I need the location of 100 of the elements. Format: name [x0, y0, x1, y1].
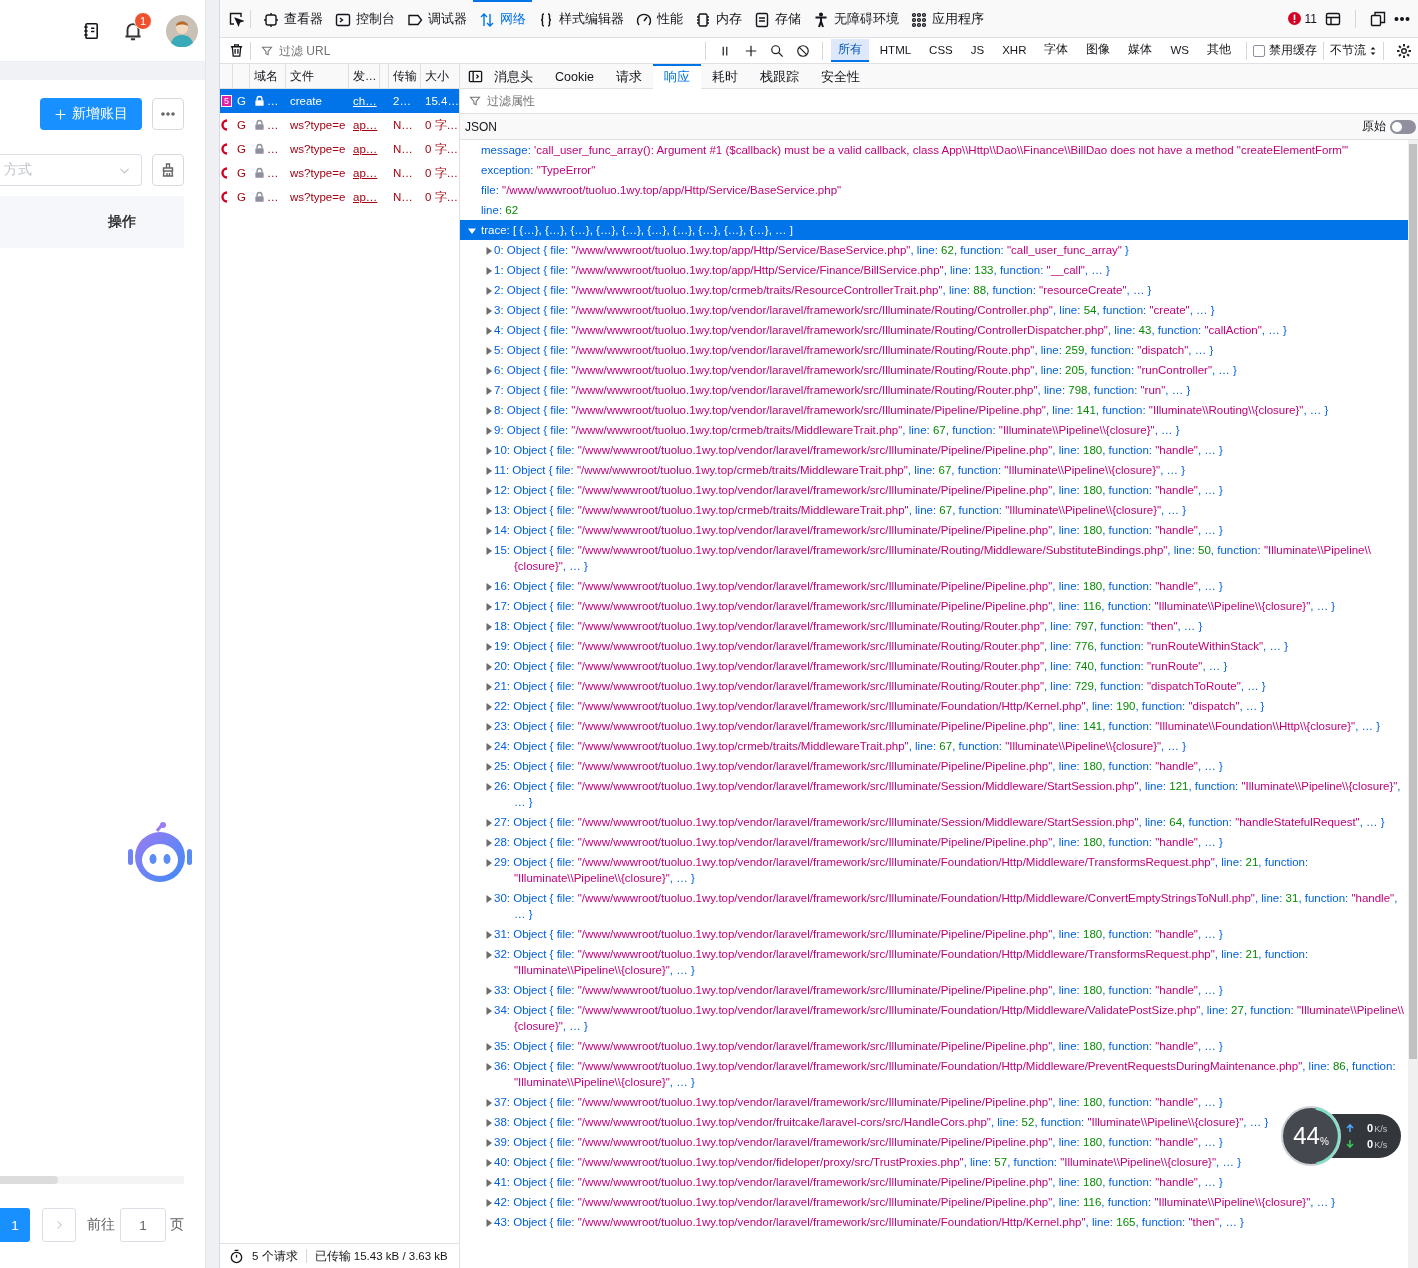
type-filter[interactable]: WS — [1163, 40, 1196, 61]
json-property[interactable]: 13: Object { file: "/www/wwwroot/tuoluo.1wy.top/crmeb/traits/MiddlewareTrait.php", line: 67, function: "Illuminate\\Pipeline\\{closure}", … } — [494, 502, 1186, 518]
expand-toggle-icon[interactable] — [485, 1007, 493, 1015]
dock-side-icon[interactable] — [1370, 10, 1386, 27]
json-property[interactable]: 0: Object { file: "/www/wwwroot/tuoluo.1wy.top/app/Http/Service/BaseService.php", line: 62, function: "call_user_func_array" } — [494, 242, 1129, 258]
column-header[interactable]: 传输 — [389, 64, 421, 88]
devtools-tab[interactable]: 性能 — [630, 0, 689, 38]
block-icon[interactable] — [795, 43, 810, 58]
type-filter[interactable]: 图像 — [1079, 39, 1118, 62]
json-property[interactable]: 32: Object { file: "/www/wwwroot/tuoluo.1wy.top/vendor/laravel/framework/src/Illuminate/Foundation/Http/Middleware/TransformsRequest.php", line: 21, function: "Illuminate\\Pipeline\\{closure}", … } — [494, 946, 1404, 978]
json-property[interactable]: 34: Object { file: "/www/wwwroot/tuoluo.1wy.top/vendor/laravel/framework/src/Illuminate/Foundation/Http/Middleware/ValidatePostSize.php", line: 27, function: "Illuminate\\Pipeline\\{closure}", … } — [494, 1002, 1404, 1034]
json-property[interactable]: 31: Object { file: "/www/wwwroot/tuoluo.1wy.top/vendor/laravel/framework/src/Illuminate/Pipeline/Pipeline.php", line: 180, function: "handle", … } — [494, 926, 1223, 942]
type-filter[interactable]: JS — [963, 40, 992, 61]
expand-toggle-icon[interactable] — [485, 287, 493, 295]
stopwatch-icon[interactable] — [229, 1248, 244, 1264]
json-property[interactable]: 5: Object { file: "/www/wwwroot/tuoluo.1wy.top/vendor/laravel/framework/src/Illuminate/Routing/Route.php", line: 259, function: "dispatch", … } — [494, 342, 1214, 358]
expand-toggle-icon[interactable] — [485, 987, 493, 995]
json-property[interactable]: 38: Object { file: "/www/wwwroot/tuoluo.1wy.top/vendor/fruitcake/laravel-cors/src/HandleCors.php", line: 52, function: "Illuminate\\Pipeline\\{closure}", … } — [494, 1114, 1269, 1130]
detail-tab[interactable]: Cookie — [544, 63, 605, 89]
expand-toggle-icon[interactable] — [485, 267, 493, 275]
detail-tab[interactable]: 栈跟踪 — [748, 63, 810, 89]
json-property[interactable]: 10: Object { file: "/www/wwwroot/tuoluo.1wy.top/vendor/laravel/framework/src/Illuminate/Pipeline/Pipeline.php", line: 180, function: "handle", … } — [494, 442, 1223, 458]
expand-toggle-icon[interactable] — [485, 931, 493, 939]
json-property[interactable]: 39: Object { file: "/www/wwwroot/tuoluo.1wy.top/vendor/laravel/framework/src/Illuminate/Pipeline/Pipeline.php", line: 180, function: "handle", … } — [494, 1134, 1223, 1150]
expand-toggle-icon[interactable] — [485, 1063, 493, 1071]
expand-toggle-icon[interactable] — [485, 603, 493, 611]
json-property[interactable]: 8: Object { file: "/www/wwwroot/tuoluo.1wy.top/vendor/laravel/framework/src/Illuminate/Pipeline/Pipeline.php", line: 141, function: "Illuminate\\Routing\\{closure}", … } — [494, 402, 1329, 418]
throttling-select[interactable]: 不节流 — [1330, 42, 1377, 59]
initiator-link[interactable]: ap… — [349, 167, 380, 179]
horizontal-scrollbar[interactable] — [0, 1176, 184, 1184]
devtools-tab[interactable]: 存储 — [748, 0, 807, 38]
devtools-tab[interactable]: 查看器 — [257, 0, 329, 38]
settings-icon[interactable] — [1396, 42, 1412, 59]
devtools-tab[interactable]: 内存 — [689, 0, 748, 38]
expand-toggle-icon[interactable] — [485, 367, 493, 375]
expand-toggle-icon[interactable] — [485, 1099, 493, 1107]
json-property[interactable]: 35: Object { file: "/www/wwwroot/tuoluo.1wy.top/vendor/laravel/framework/src/Illuminate/Pipeline/Pipeline.php", line: 180, function: "handle", … } — [494, 1038, 1223, 1054]
type-filter[interactable]: XHR — [995, 40, 1034, 61]
json-property[interactable]: 43: Object { file: "/www/wwwroot/tuoluo.1wy.top/vendor/laravel/framework/src/Illuminate/Foundation/Http/Kernel.php", line: 165, function: "then", … } — [494, 1214, 1244, 1230]
detail-tab[interactable]: 耗时 — [700, 63, 749, 89]
expand-toggle-icon[interactable] — [485, 1139, 493, 1147]
detail-tab[interactable]: 响应 — [652, 63, 701, 89]
expand-toggle-icon[interactable] — [468, 227, 476, 235]
expand-toggle-icon[interactable] — [485, 527, 493, 535]
type-filter[interactable]: 字体 — [1037, 39, 1076, 62]
devtools-tab[interactable]: 网络 — [473, 0, 532, 38]
notebook-icon[interactable] — [82, 21, 100, 40]
expand-toggle-icon[interactable] — [485, 307, 493, 315]
clear-button[interactable] — [152, 154, 184, 186]
expand-toggle-icon[interactable] — [485, 247, 493, 255]
json-property[interactable]: 36: Object { file: "/www/wwwroot/tuoluo.1wy.top/vendor/laravel/framework/src/Illuminate/Foundation/Http/Middleware/PreventRequestsDuringMaintenance.php", line: 86, function: "Illuminate\\Pipeline\\{closure}", … } — [494, 1058, 1404, 1090]
expand-toggle-icon[interactable] — [485, 1219, 493, 1227]
json-property[interactable]: 40: Object { file: "/www/wwwroot/tuoluo.1wy.top/vendor/fideloper/proxy/src/TrustProxies.php", line: 57, function: "Illuminate\\Pipeline\\{closure}", … } — [494, 1154, 1241, 1170]
column-header[interactable]: 文件 — [286, 64, 349, 88]
expand-toggle-icon[interactable] — [485, 819, 493, 827]
expand-toggle-icon[interactable] — [485, 1043, 493, 1051]
expand-toggle-icon[interactable] — [485, 663, 493, 671]
json-property[interactable]: 1: Object { file: "/www/wwwroot/tuoluo.1wy.top/app/Http/Service/Finance/BillService.php", line: 133, function: "__call", … } — [494, 262, 1110, 278]
json-property[interactable]: 4: Object { file: "/www/wwwroot/tuoluo.1wy.top/vendor/laravel/framework/src/Illuminate/Routing/ControllerDispatcher.php", line: 43, function: "callAction", … } — [494, 322, 1287, 338]
json-property[interactable]: 9: Object { file: "/www/wwwroot/tuoluo.1wy.top/crmeb/traits/MiddlewareTrait.php", line: 67, function: "Illuminate\\Pipeline\\{closure}", … } — [494, 422, 1180, 438]
json-property[interactable]: 11: Object { file: "/www/wwwroot/tuoluo.1wy.top/crmeb/traits/MiddlewareTrait.php", line: 67, function: "Illuminate\\Pipeline\\{closure}", … } — [494, 462, 1186, 478]
expand-toggle-icon[interactable] — [485, 895, 493, 903]
page-input[interactable]: 1 — [120, 1208, 166, 1242]
expand-toggle-icon[interactable] — [485, 623, 493, 631]
devtools-tab[interactable]: 控制台 — [329, 0, 401, 38]
json-property[interactable]: 26: Object { file: "/www/wwwroot/tuoluo.1wy.top/vendor/laravel/framework/src/Illuminate/Session/Middleware/StartSession.php", line: 121, function: "Illuminate\\Pipeline\\{closure}", … } — [494, 778, 1404, 810]
page-scrollbar[interactable] — [206, 0, 220, 1268]
initiator-link[interactable]: ap… — [349, 191, 380, 203]
json-property[interactable]: 22: Object { file: "/www/wwwroot/tuoluo.1wy.top/vendor/laravel/framework/src/Illuminate/Foundation/Http/Kernel.php", line: 190, function: "dispatch", … } — [494, 698, 1265, 714]
type-filter[interactable]: HTML — [872, 40, 919, 61]
expand-toggle-icon[interactable] — [485, 783, 493, 791]
detail-tab[interactable]: 消息头 — [483, 63, 544, 89]
initiator-link[interactable]: ap… — [349, 119, 380, 131]
json-property[interactable]: 17: Object { file: "/www/wwwroot/tuoluo.1wy.top/vendor/laravel/framework/src/Illuminate/Pipeline/Pipeline.php", line: 116, function: "Illuminate\\Pipeline\\{closure}", … } — [494, 598, 1336, 614]
devtools-tab[interactable]: 应用程序 — [905, 0, 990, 38]
expand-toggle-icon[interactable] — [485, 1119, 493, 1127]
expand-toggle-icon[interactable] — [485, 407, 493, 415]
split-layout-icon[interactable] — [1325, 10, 1341, 27]
type-filter[interactable]: 其他 — [1200, 39, 1238, 62]
more-button[interactable] — [152, 98, 184, 130]
type-filter[interactable]: 媒体 — [1121, 39, 1160, 62]
expand-toggle-icon[interactable] — [485, 1199, 493, 1207]
expand-toggle-icon[interactable] — [485, 723, 493, 731]
expand-toggle-icon[interactable] — [485, 859, 493, 867]
json-property[interactable]: exception: "TypeError" — [481, 162, 596, 178]
expand-toggle-icon[interactable] — [485, 327, 493, 335]
json-property[interactable]: 2: Object { file: "/www/wwwroot/tuoluo.1wy.top/crmeb/traits/ResourceControllerTrait.php", line: 88, function: "resourceCreate", … } — [494, 282, 1152, 298]
avatar[interactable] — [166, 14, 198, 47]
json-property[interactable]: 14: Object { file: "/www/wwwroot/tuoluo.1wy.top/vendor/laravel/framework/src/Illuminate/Pipeline/Pipeline.php", line: 180, function: "handle", … } — [494, 522, 1223, 538]
page-button[interactable]: 1 — [0, 1208, 30, 1242]
expand-toggle-icon[interactable] — [485, 951, 493, 959]
type-filter[interactable]: CSS — [922, 40, 960, 61]
json-property[interactable]: 3: Object { file: "/www/wwwroot/tuoluo.1wy.top/vendor/laravel/framework/src/Illuminate/Routing/Controller.php", line: 54, function: "create", … } — [494, 302, 1215, 318]
raw-label[interactable]: 原始 — [1362, 118, 1386, 135]
expand-toggle-icon[interactable] — [485, 467, 493, 475]
json-property[interactable]: 25: Object { file: "/www/wwwroot/tuoluo.1wy.top/vendor/laravel/framework/src/Illuminate/Pipeline/Pipeline.php", line: 180, function: "handle", … } — [494, 758, 1223, 774]
add-entry-button[interactable]: 新增账目 — [40, 98, 142, 130]
detail-tab[interactable]: 安全性 — [809, 63, 871, 89]
expand-toggle-icon[interactable] — [485, 447, 493, 455]
expand-toggle-icon[interactable] — [485, 347, 493, 355]
